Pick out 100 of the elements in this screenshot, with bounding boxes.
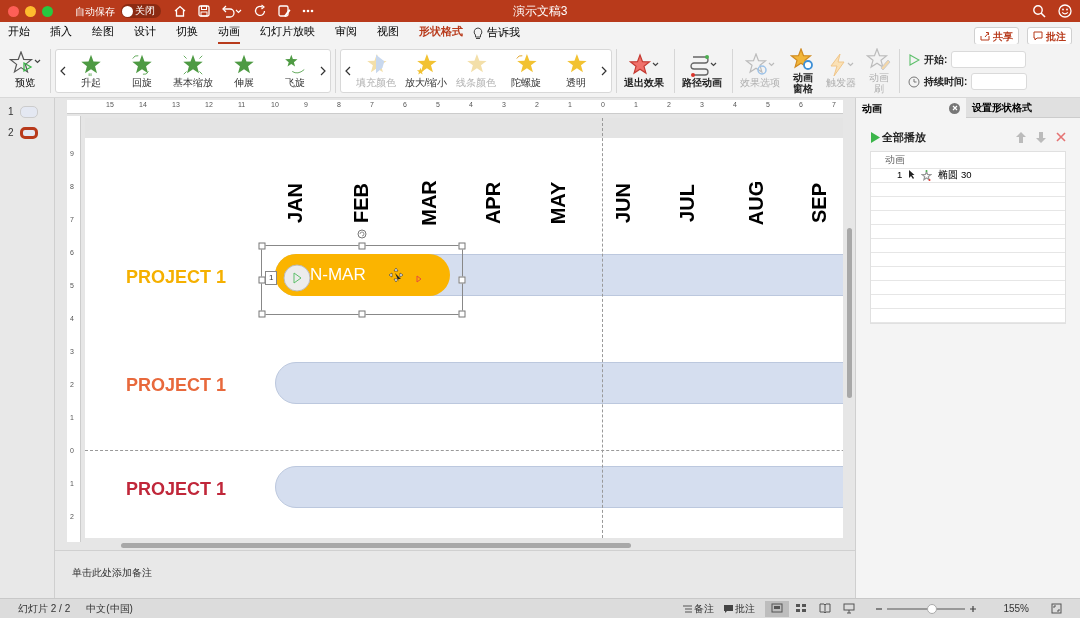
search-icon[interactable] <box>1032 4 1046 18</box>
effect-gallery-item[interactable]: 飞旋 <box>269 53 320 88</box>
ribbon-tab[interactable]: 视图 <box>377 22 399 44</box>
save-edit-icon[interactable] <box>277 4 291 18</box>
rotate-handle-icon[interactable] <box>357 229 367 239</box>
preview-button[interactable]: 预览 <box>4 51 46 90</box>
effect-gallery-item[interactable]: 透明 <box>551 53 601 88</box>
comment-icon <box>724 604 734 613</box>
star-icon <box>866 47 892 72</box>
month-label: JUL <box>674 184 699 222</box>
resize-handle[interactable] <box>458 276 466 284</box>
play-all-button[interactable]: 全部播放 <box>870 130 926 146</box>
play-marker-icon <box>282 263 312 293</box>
effect-gallery-item[interactable]: 伸展 <box>218 53 269 88</box>
ribbon-tab[interactable]: 切换 <box>176 22 198 44</box>
maximize-window-button[interactable] <box>42 5 53 17</box>
play-icon <box>908 53 920 66</box>
save-icon[interactable] <box>197 4 211 18</box>
resize-handle[interactable] <box>458 310 466 318</box>
notes-button[interactable]: 备注 <box>683 601 715 616</box>
path-animation-button[interactable]: 路径动画 <box>679 53 725 88</box>
slide-number: 2 <box>8 126 14 140</box>
clock-icon <box>908 75 920 88</box>
fit-to-window-icon[interactable] <box>1051 603 1062 614</box>
undo-icon[interactable] <box>221 4 243 18</box>
timing-label: 开始: <box>924 53 948 67</box>
animation-list-item[interactable]: 1 椭圆 30 <box>871 168 1065 183</box>
zoom-in-icon[interactable] <box>969 604 978 613</box>
ribbon-tab[interactable]: 绘图 <box>92 22 114 44</box>
animation-pane-button[interactable]: 动画窗格 <box>787 47 819 94</box>
move-up-icon[interactable] <box>1016 132 1026 144</box>
scroll-left-icon[interactable] <box>60 65 66 76</box>
zoom-slider-thumb[interactable] <box>926 603 937 614</box>
star-icon <box>282 53 307 77</box>
horizontal-scrollbar[interactable] <box>121 543 631 548</box>
month-label: MAY <box>546 181 571 225</box>
animation-order-tag: 1 <box>265 271 278 285</box>
resize-handle[interactable] <box>358 310 366 318</box>
move-cursor-icon <box>388 267 404 283</box>
path-lines-icon <box>687 53 717 77</box>
star-play-icon <box>9 51 41 75</box>
list-header: 动画 <box>885 153 905 168</box>
effect-gallery-item[interactable]: 基本缩放 <box>168 53 218 88</box>
autosave-toggle[interactable]: 关闭 <box>121 4 161 18</box>
play-icon <box>870 132 880 144</box>
timing-field[interactable] <box>951 51 1027 68</box>
pane-tab[interactable]: 动画 <box>856 98 966 118</box>
star-icon <box>745 53 775 77</box>
tell-me-search[interactable]: 告诉我 <box>487 25 520 41</box>
pane-tab[interactable]: 设置形状格式 <box>966 98 1080 118</box>
zoom-level: 155% <box>1003 602 1029 616</box>
normal-view-icon[interactable] <box>765 600 790 617</box>
resize-handle[interactable] <box>258 242 266 250</box>
month-label: SEP <box>807 183 831 223</box>
close-icon[interactable] <box>949 102 960 114</box>
effect-gallery-item[interactable]: 陀螺旋 <box>501 53 551 88</box>
scroll-right-icon[interactable] <box>320 65 326 76</box>
scroll-left-icon[interactable] <box>345 65 351 76</box>
share-button[interactable]: 共享 <box>974 27 1019 45</box>
notes-icon <box>683 604 693 613</box>
month-label: JUN <box>610 183 635 223</box>
vertical-scrollbar[interactable] <box>847 228 852 398</box>
effect-gallery-item[interactable]: 回旋 <box>117 53 168 88</box>
smiley-icon[interactable] <box>1058 4 1072 18</box>
ribbon-tab[interactable]: 开始 <box>8 22 30 44</box>
close-window-button[interactable] <box>8 5 19 17</box>
effect-gallery-item[interactable]: 升起 <box>66 53 117 88</box>
home-icon[interactable] <box>173 4 187 18</box>
star-icon <box>921 169 933 181</box>
resize-handle[interactable] <box>258 310 266 318</box>
star-icon <box>790 47 816 72</box>
slide-count: 幻灯片 2 / 2 <box>18 602 71 616</box>
end-marker-icon <box>416 275 422 283</box>
minimize-window-button[interactable] <box>25 5 36 17</box>
resize-handle[interactable] <box>458 242 466 250</box>
timing-label: 持续时间: <box>924 75 968 89</box>
effect-gallery-item[interactable]: 放大/缩小 <box>401 53 451 88</box>
star-icon <box>629 53 659 77</box>
month-label: JAN <box>283 183 307 223</box>
slide-thumbnail[interactable] <box>19 126 38 139</box>
resize-handle[interactable] <box>358 242 366 250</box>
cursor-icon <box>908 170 916 181</box>
project-label: PROJECT 1 <box>126 478 227 501</box>
exit-effects-button[interactable]: 退出效果 <box>621 53 667 88</box>
star-icon <box>414 53 438 77</box>
ribbon-tab[interactable]: 幻灯片放映 <box>260 22 315 44</box>
move-down-icon[interactable] <box>1036 132 1046 144</box>
ribbon-tab[interactable]: 插入 <box>50 22 72 44</box>
lightbulb-icon <box>473 26 483 40</box>
notes-field[interactable]: 单击此处添加备注 <box>72 567 152 578</box>
comments-status-button[interactable]: 批注 <box>724 601 756 616</box>
share-icon <box>980 31 990 41</box>
redo-icon[interactable] <box>253 4 267 18</box>
comments-button[interactable]: 批注 <box>1027 27 1072 45</box>
timing-field[interactable] <box>971 73 1028 90</box>
scroll-right-icon[interactable] <box>601 65 607 76</box>
delete-icon[interactable] <box>1056 132 1066 144</box>
ribbon-tab[interactable]: 形状格式 <box>419 22 463 44</box>
ribbon-tab[interactable]: 设计 <box>134 22 156 44</box>
ribbon-tab[interactable]: 审阅 <box>335 22 357 44</box>
